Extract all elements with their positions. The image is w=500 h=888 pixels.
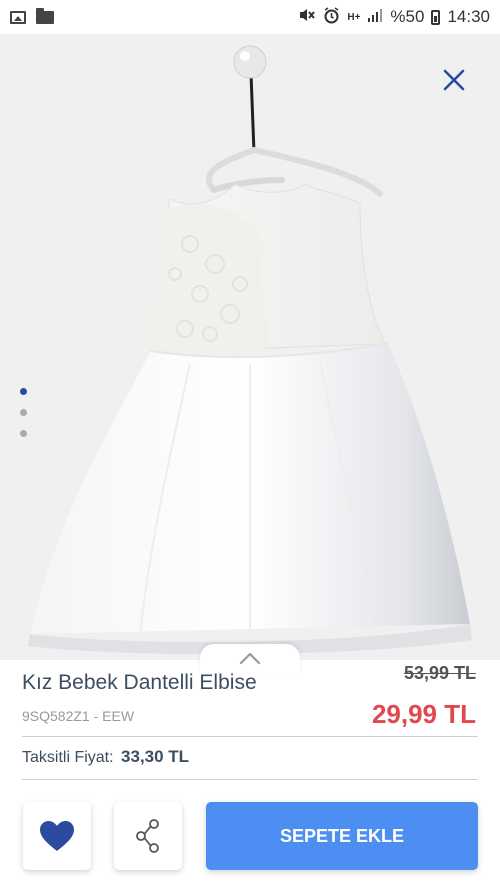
gallery-pagination: [20, 388, 27, 437]
product-title: Kız Bebek Dantelli Elbise: [22, 671, 257, 694]
network-type: H+: [347, 11, 361, 23]
gallery-dot[interactable]: [20, 430, 27, 437]
gallery-dot-active[interactable]: [20, 388, 27, 395]
folder-icon: [36, 7, 54, 24]
product-image: [28, 45, 472, 655]
status-bar: H+ %50 14:30: [0, 0, 500, 34]
favorite-button[interactable]: [23, 802, 91, 870]
share-icon: [136, 819, 159, 853]
sale-price: 29,99 TL: [371, 699, 476, 729]
battery-percent: %50: [390, 7, 425, 26]
divider: [22, 736, 478, 737]
installment-value: 33,30 TL: [121, 747, 190, 766]
installment-label: Taksitli Fiyat:: [22, 749, 114, 766]
product-image-gallery[interactable]: [0, 34, 500, 660]
signal-icon: [367, 8, 383, 27]
product-code: 9SQ582Z1 - EEW: [22, 708, 135, 724]
battery-icon: [431, 9, 441, 25]
alarm-icon: [323, 6, 340, 28]
installment-price: Taksitli Fiyat: 33,30 TL: [22, 747, 189, 767]
old-price: 53,99 TL: [403, 663, 476, 683]
heart-icon: [40, 821, 74, 851]
status-right: H+ %50 14:30: [298, 6, 490, 28]
divider: [22, 779, 478, 780]
close-icon: [443, 69, 465, 91]
chevron-up-icon: [239, 652, 261, 665]
gallery-dot[interactable]: [20, 409, 27, 416]
clock: 14:30: [447, 7, 490, 26]
close-button[interactable]: [440, 66, 468, 94]
status-left: [10, 7, 54, 24]
share-button[interactable]: [114, 802, 182, 870]
add-to-cart-button[interactable]: SEPETE EKLE: [206, 802, 478, 870]
mute-icon: [298, 7, 316, 27]
image-icon: [10, 10, 26, 24]
expand-details-handle[interactable]: [200, 644, 300, 672]
